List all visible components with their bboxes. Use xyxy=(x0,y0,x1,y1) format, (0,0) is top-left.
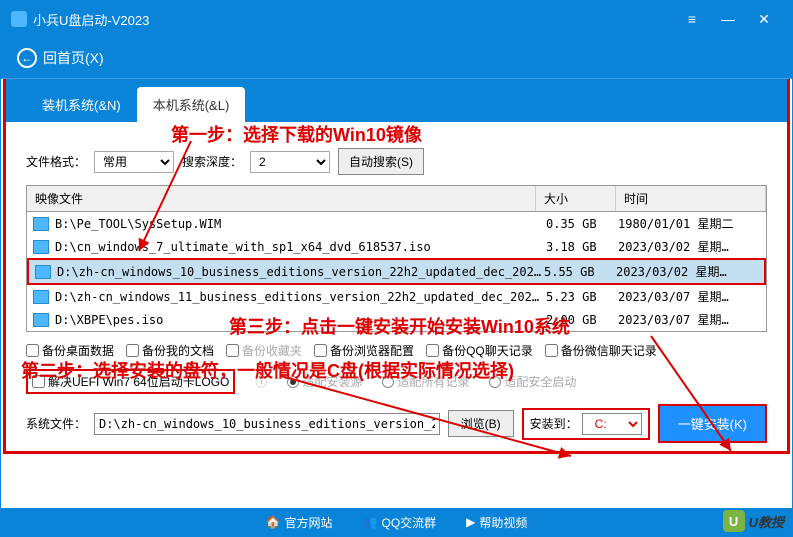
app-title: 小兵U盘启动-V2023 xyxy=(33,10,674,29)
file-size: 3.18 GB xyxy=(546,240,618,254)
drive-select[interactable]: C: xyxy=(582,413,642,435)
file-time: 2023/03/07 星期… xyxy=(618,288,760,305)
disk-icon xyxy=(33,217,49,231)
file-size: 2.00 GB xyxy=(546,313,618,327)
footer-link-qq[interactable]: 👥 QQ交流群 xyxy=(363,514,437,531)
file-name: B:\Pe_TOOL\SysSetup.WIM xyxy=(55,217,546,231)
table-row[interactable]: B:\Pe_TOOL\SysSetup.WIM0.35 GB1980/01/01… xyxy=(27,212,766,235)
cb-backup-qq[interactable]: 备份QQ聊天记录 xyxy=(426,342,533,359)
file-size: 0.35 GB xyxy=(546,217,618,231)
ujiaoshou-text: U教授 xyxy=(749,512,784,531)
tab-bar: 装机系统(&N) 本机系统(&L) xyxy=(3,79,790,122)
file-time: 2023/03/02 星期… xyxy=(616,263,758,280)
cb-uefi-win7[interactable]: 解决UEFI Win7 64位启动卡LOGO xyxy=(26,369,235,394)
install-drive-group: 安装到： C: xyxy=(522,408,650,440)
close-button[interactable]: ✕ xyxy=(746,11,782,28)
tab-install-system[interactable]: 装机系统(&N) xyxy=(26,87,137,122)
file-name: D:\cn_windows_7_ultimate_with_sp1_x64_dv… xyxy=(55,240,546,254)
footer-link-website[interactable]: 🏠 官方网站 xyxy=(266,514,333,531)
file-time: 1980/01/01 星期二 xyxy=(618,215,760,232)
file-name: D:\zh-cn_windows_10_business_editions_ve… xyxy=(57,265,544,279)
depth-select[interactable]: 2 xyxy=(250,151,330,173)
disk-icon xyxy=(33,313,49,327)
image-table: 映像文件 大小 时间 B:\Pe_TOOL\SysSetup.WIM0.35 G… xyxy=(26,185,767,332)
disk-icon xyxy=(35,265,51,279)
back-label: 回首页(X) xyxy=(43,48,104,68)
table-row[interactable]: D:\XBPE\pes.iso2.00 GB2023/03/07 星期… xyxy=(27,308,766,331)
footer-link-help[interactable]: ▶ 帮助视频 xyxy=(466,514,527,531)
col-size: 大小 xyxy=(536,186,616,211)
radio-adapt-source[interactable]: 适配安装源 xyxy=(287,373,362,390)
backup-options-row: 备份桌面数据 备份我的文档 备份收藏夹 备份浏览器配置 备份QQ聊天记录 备份微… xyxy=(26,342,767,359)
footer-bar: 🏠 官方网站 👥 QQ交流群 ▶ 帮助视频 xyxy=(1,508,792,536)
file-time: 2023/03/02 星期… xyxy=(618,238,760,255)
back-button[interactable]: ← 回首页(X) xyxy=(17,48,104,68)
app-icon xyxy=(11,11,27,27)
menu-button[interactable]: ≡ xyxy=(674,11,710,27)
depth-label: 搜索深度： xyxy=(182,153,242,170)
main-panel: 文件格式： 常用 搜索深度： 2 自动搜索(S) 映像文件 大小 时间 B:\P… xyxy=(3,122,790,454)
disk-icon xyxy=(33,290,49,304)
auto-search-button[interactable]: 自动搜索(S) xyxy=(338,148,424,175)
file-size: 5.23 GB xyxy=(546,290,618,304)
filter-row: 文件格式： 常用 搜索深度： 2 自动搜索(S) xyxy=(26,148,767,175)
install-row: 系统文件： 浏览(B) 安装到： C: 一键安装(K) xyxy=(26,404,767,443)
table-row[interactable]: D:\zh-cn_windows_10_business_editions_ve… xyxy=(27,258,766,285)
table-header: 映像文件 大小 时间 xyxy=(27,186,766,212)
titlebar: 小兵U盘启动-V2023 ≡ — ✕ xyxy=(1,1,792,37)
watermark-logo: U U教授 xyxy=(723,510,784,532)
advanced-options-row: 解决UEFI Win7 64位启动卡LOGO ⓘ 适配安装源 适配所有记录 适配… xyxy=(26,369,767,394)
file-size: 5.55 GB xyxy=(544,265,616,279)
system-file-label: 系统文件： xyxy=(26,415,86,432)
table-row[interactable]: D:\zh-cn_windows_11_business_editions_ve… xyxy=(27,285,766,308)
cb-backup-favorites[interactable]: 备份收藏夹 xyxy=(226,342,302,359)
info-icon: ⓘ xyxy=(255,373,267,390)
radio-adapt-secure[interactable]: 适配安全启动 xyxy=(489,373,576,390)
system-file-input[interactable] xyxy=(94,413,440,435)
install-button[interactable]: 一键安装(K) xyxy=(658,404,767,443)
format-label: 文件格式： xyxy=(26,153,86,170)
col-file: 映像文件 xyxy=(27,186,536,211)
cb-backup-documents[interactable]: 备份我的文档 xyxy=(126,342,214,359)
table-row[interactable]: D:\cn_windows_7_ultimate_with_sp1_x64_dv… xyxy=(27,235,766,258)
back-arrow-icon: ← xyxy=(17,48,37,68)
cb-backup-browser[interactable]: 备份浏览器配置 xyxy=(314,342,414,359)
browse-button[interactable]: 浏览(B) xyxy=(448,410,514,437)
file-name: D:\XBPE\pes.iso xyxy=(55,313,546,327)
tab-local-system[interactable]: 本机系统(&L) xyxy=(137,87,246,122)
cb-backup-wechat[interactable]: 备份微信聊天记录 xyxy=(545,342,657,359)
disk-icon xyxy=(33,240,49,254)
file-time: 2023/03/07 星期… xyxy=(618,311,760,328)
cb-backup-desktop[interactable]: 备份桌面数据 xyxy=(26,342,114,359)
minimize-button[interactable]: — xyxy=(710,11,746,27)
radio-adapt-all[interactable]: 适配所有记录 xyxy=(382,373,469,390)
format-select[interactable]: 常用 xyxy=(94,151,174,173)
install-to-label: 安装到： xyxy=(530,415,578,432)
col-time: 时间 xyxy=(616,186,766,211)
header-bar: ← 回首页(X) xyxy=(1,37,792,79)
file-name: D:\zh-cn_windows_11_business_editions_ve… xyxy=(55,290,546,304)
ujiaoshou-icon: U xyxy=(723,510,745,532)
